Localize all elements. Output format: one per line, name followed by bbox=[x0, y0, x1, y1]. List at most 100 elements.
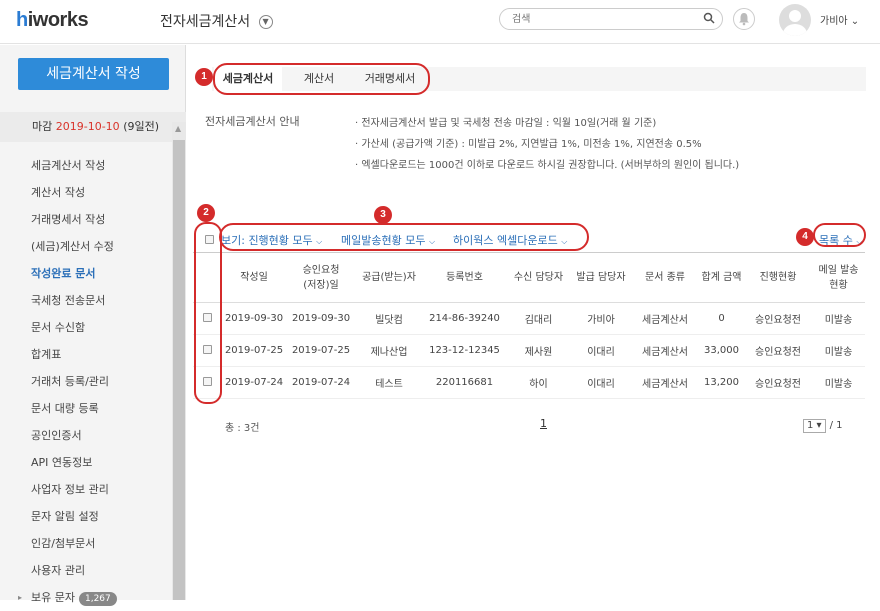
table-cell: 세금계산서 bbox=[631, 334, 699, 367]
table-header: 작성일 bbox=[221, 252, 287, 303]
scroll-up-icon[interactable]: ▲ bbox=[175, 124, 181, 133]
table-cell: 2019-07-24 bbox=[221, 366, 287, 399]
deadline-prefix: 마감 bbox=[32, 120, 53, 133]
notification-button[interactable] bbox=[733, 8, 755, 30]
sidebar-item-inbox[interactable]: 문서 수신함 bbox=[0, 314, 172, 341]
table-header: 메일 발송 현황 bbox=[812, 252, 865, 303]
table-cell: 미발송 bbox=[812, 366, 865, 399]
table-cell: 13,200 bbox=[699, 366, 744, 399]
info-label: 전자세금계산서 안내 bbox=[205, 115, 300, 128]
sidebar-item-summary[interactable]: 합계표 bbox=[0, 341, 172, 368]
table-header-label: (저장)일 bbox=[303, 279, 339, 291]
annotation-badge: 3 bbox=[374, 206, 392, 224]
table-cell: 214-86-39240 bbox=[423, 302, 506, 335]
table-header: 수신 담당자 bbox=[506, 252, 571, 303]
sidebar-menu: 세금계산서 작성 계산서 작성 거래명세서 작성 (세금)계산서 수정 작성완료… bbox=[0, 152, 172, 611]
sms-count-badge: 1,267 bbox=[78, 592, 117, 606]
annotation-box-filters bbox=[219, 223, 589, 251]
annotation-box-list-count bbox=[813, 223, 866, 247]
sidebar-item-api[interactable]: API 연동정보 bbox=[0, 449, 172, 476]
table-header-label: 승인요청 bbox=[302, 264, 340, 276]
sidebar-item-write-invoice[interactable]: 계산서 작성 bbox=[0, 179, 172, 206]
avatar[interactable] bbox=[779, 4, 811, 36]
deadline-notice: 마감 2019-10-10 (9일전) bbox=[0, 112, 186, 142]
table-row[interactable]: 2019-07-25 2019-07-25 제나산업 123-12-12345 … bbox=[193, 334, 865, 367]
page-selector: 1 ▾/ 1 bbox=[803, 419, 842, 433]
table-cell: 승인요청전 bbox=[744, 334, 812, 367]
table-cell: 123-12-12345 bbox=[423, 334, 506, 367]
sidebar-item-sms-settings[interactable]: 문자 알림 설정 bbox=[0, 503, 172, 530]
table-cell: 세금계산서 bbox=[631, 302, 699, 335]
annotation-badge: 2 bbox=[197, 204, 215, 222]
table-header: 진행현황 bbox=[744, 252, 812, 303]
table-header: 합계 금액 bbox=[699, 252, 744, 303]
table-cell: 가비아 bbox=[571, 302, 631, 335]
table-cell: 미발송 bbox=[812, 302, 865, 335]
sidebar-scrollbar[interactable]: ▲ bbox=[172, 122, 186, 600]
table-cell: 33,000 bbox=[699, 334, 744, 367]
sidebar-item-modify-invoice[interactable]: (세금)계산서 수정 bbox=[0, 233, 172, 260]
deadline-days: (9일전) bbox=[123, 120, 160, 133]
logo[interactable]: hiworks bbox=[16, 9, 89, 32]
annotation-box-tabs bbox=[213, 63, 430, 95]
table-row[interactable]: 2019-09-30 2019-09-30 빌닷컴 214-86-39240 김… bbox=[193, 302, 865, 335]
table-header-label: 메일 발송 bbox=[818, 264, 859, 276]
sidebar-item-write-tax-invoice[interactable]: 세금계산서 작성 bbox=[0, 152, 172, 179]
search-input[interactable] bbox=[512, 9, 692, 29]
table-cell: 2019-07-25 bbox=[287, 334, 355, 367]
table-row[interactable]: 2019-07-24 2019-07-24 테스트 220116681 하이 이… bbox=[193, 366, 865, 399]
sidebar-item-completed-documents[interactable]: 작성완료 문서 bbox=[0, 260, 172, 287]
sidebar-item-write-statement[interactable]: 거래명세서 작성 bbox=[0, 206, 172, 233]
page-link[interactable]: 1 bbox=[540, 417, 547, 430]
table-cell: 0 bbox=[699, 302, 744, 335]
table-cell: 이대리 bbox=[571, 334, 631, 367]
page-total: / 1 bbox=[829, 420, 843, 431]
table-header-row: 작성일 승인요청 (저장)일 공급(받는)자 등록번호 수신 담당자 발급 담당… bbox=[193, 252, 865, 303]
table-cell: 승인요청전 bbox=[744, 302, 812, 335]
annotation-badge: 1 bbox=[195, 68, 213, 86]
documents-table: 작성일 승인요청 (저장)일 공급(받는)자 등록번호 수신 담당자 발급 담당… bbox=[193, 252, 865, 399]
sidebar-item-seal-attachments[interactable]: 인감/첨부문서 bbox=[0, 530, 172, 557]
search-box[interactable] bbox=[499, 8, 723, 30]
table-cell: 하이 bbox=[506, 366, 571, 399]
table-header: 등록번호 bbox=[423, 252, 506, 303]
table-cell: 미발송 bbox=[812, 334, 865, 367]
table-cell: 2019-07-25 bbox=[221, 334, 287, 367]
app-title: 전자세금계산서 bbox=[160, 14, 251, 30]
table-cell: 승인요청전 bbox=[744, 366, 812, 399]
info-line: · 가산세 (공급가액 기준) : 미발급 2%, 지연발급 1%, 미전송 1… bbox=[355, 139, 702, 150]
info-line: · 전자세금계산서 발급 및 국세청 전송 마감일 : 익월 10일(거래 월 … bbox=[355, 118, 657, 129]
sidebar-item-label: 보유 문자 bbox=[31, 591, 75, 604]
table-cell: 이대리 bbox=[571, 366, 631, 399]
table-header: 발급 담당자 bbox=[571, 252, 631, 303]
deadline-date: 2019-10-10 bbox=[55, 120, 120, 133]
table-cell: 2019-09-30 bbox=[221, 302, 287, 335]
scrollbar-thumb[interactable] bbox=[173, 140, 185, 600]
sidebar-item-business-info[interactable]: 사업자 정보 관리 bbox=[0, 476, 172, 503]
table-cell: 제사원 bbox=[506, 334, 571, 367]
sidebar-item-nts-sent[interactable]: 국세청 전송문서 bbox=[0, 287, 172, 314]
info-line: · 엑셀다운로드는 1000건 이하로 다운로드 하시길 권장합니다. (서버부… bbox=[355, 160, 740, 171]
sidebar-item-sms-balance[interactable]: 보유 문자1,267 bbox=[0, 584, 172, 611]
table-header-label: 현황 bbox=[829, 279, 848, 291]
page-select[interactable]: 1 ▾ bbox=[803, 419, 826, 433]
search-icon[interactable] bbox=[703, 12, 715, 24]
table-cell[interactable]: 테스트 bbox=[355, 366, 423, 399]
table-cell[interactable]: 빌닷컴 bbox=[355, 302, 423, 335]
table-cell: 세금계산서 bbox=[631, 366, 699, 399]
annotation-box-checkboxes bbox=[194, 222, 222, 404]
table-header: 문서 종류 bbox=[631, 252, 699, 303]
user-menu[interactable]: 가비아 ⌄ bbox=[820, 12, 859, 27]
sidebar-item-users[interactable]: 사용자 관리 bbox=[0, 557, 172, 584]
table-cell: 2019-09-30 bbox=[287, 302, 355, 335]
table-header: 공급(받는)자 bbox=[355, 252, 423, 303]
compose-tax-invoice-button[interactable]: 세금계산서 작성 bbox=[18, 58, 169, 90]
sidebar-item-certificate[interactable]: 공인인증서 bbox=[0, 422, 172, 449]
table-cell: 2019-07-24 bbox=[287, 366, 355, 399]
sidebar-item-bulk-register[interactable]: 문서 대량 등록 bbox=[0, 395, 172, 422]
chevron-down-icon[interactable]: ▼ bbox=[258, 15, 273, 29]
sidebar-item-partners[interactable]: 거래처 등록/관리 bbox=[0, 368, 172, 395]
table-cell: 김대리 bbox=[506, 302, 571, 335]
table-cell[interactable]: 제나산업 bbox=[355, 334, 423, 367]
app-title-menu[interactable]: 전자세금계산서 ▼ bbox=[160, 11, 273, 31]
